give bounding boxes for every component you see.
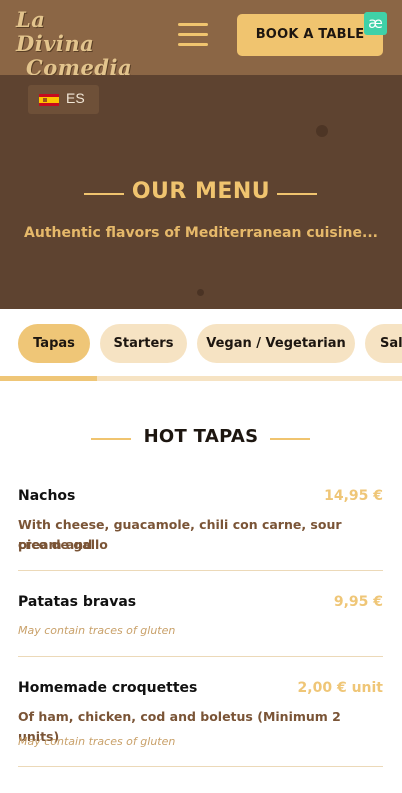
menu-item-name: Patatas bravas [18,594,137,610]
hero-title: OUR MENU [131,179,271,204]
tab-vegan-vegetarian[interactable]: Vegan / Vegetarian [197,324,355,363]
title-line-right [277,193,317,195]
page: La Divina Comedia BOOK A TABLE æ ES OUR … [0,0,402,793]
menu-item-price: 14,95 € [324,488,383,504]
item-divider [18,570,383,571]
menu-item-price: 9,95 € [333,594,383,610]
slider-dot[interactable] [197,289,204,296]
menu-item: Patatas bravas 9,95 € May contain traces… [18,594,383,644]
tabs-scrollbar-thumb[interactable] [0,376,97,381]
hamburger-menu-icon[interactable] [178,23,208,47]
book-a-table-button[interactable]: BOOK A TABLE [237,14,383,56]
allergen-note: May contain traces of gluten [18,624,176,637]
header-bar: La Divina Comedia BOOK A TABLE æ [0,0,402,80]
hero-subtitle: Authentic flavors of Mediterranean cuisi… [24,225,378,241]
item-divider [18,656,383,657]
menu-item-description-cont: pico de gallo [18,537,108,552]
language-switcher[interactable]: ES [28,85,99,114]
allergen-note: May contain traces of gluten [18,735,176,748]
extension-badge-icon[interactable]: æ [364,12,387,35]
hero-banner: ES OUR MENU Authentic flavors of Mediter… [0,75,402,309]
logo[interactable]: La Divina Comedia [16,7,132,80]
menu-item-price: 2,00 € unit [297,680,383,696]
section-line-right [270,438,310,440]
tab-tapas[interactable]: Tapas [18,324,90,363]
tab-salads[interactable]: Sal [365,324,402,363]
menu-item: Homemade croquettes 2,00 € unit Of ham, … [18,680,383,755]
section-title: HOT TAPAS [143,426,259,447]
category-tabs: Tapas Starters Vegan / Vegetarian Sal [0,309,402,383]
menu-item-name: Nachos [18,488,76,504]
section-heading: HOT TAPAS [0,426,402,454]
hero-title-group: OUR MENU [0,179,402,209]
menu-item: Nachos 14,95 € With cheese, guacamole, c… [18,488,383,558]
decorative-dot [316,125,328,137]
item-divider [18,766,383,767]
menu-item-name: Homemade croquettes [18,680,198,696]
tab-starters[interactable]: Starters [100,324,187,363]
spain-flag-icon [39,94,59,106]
logo-line-1: La Divina [16,7,95,56]
language-label: ES [66,90,85,106]
